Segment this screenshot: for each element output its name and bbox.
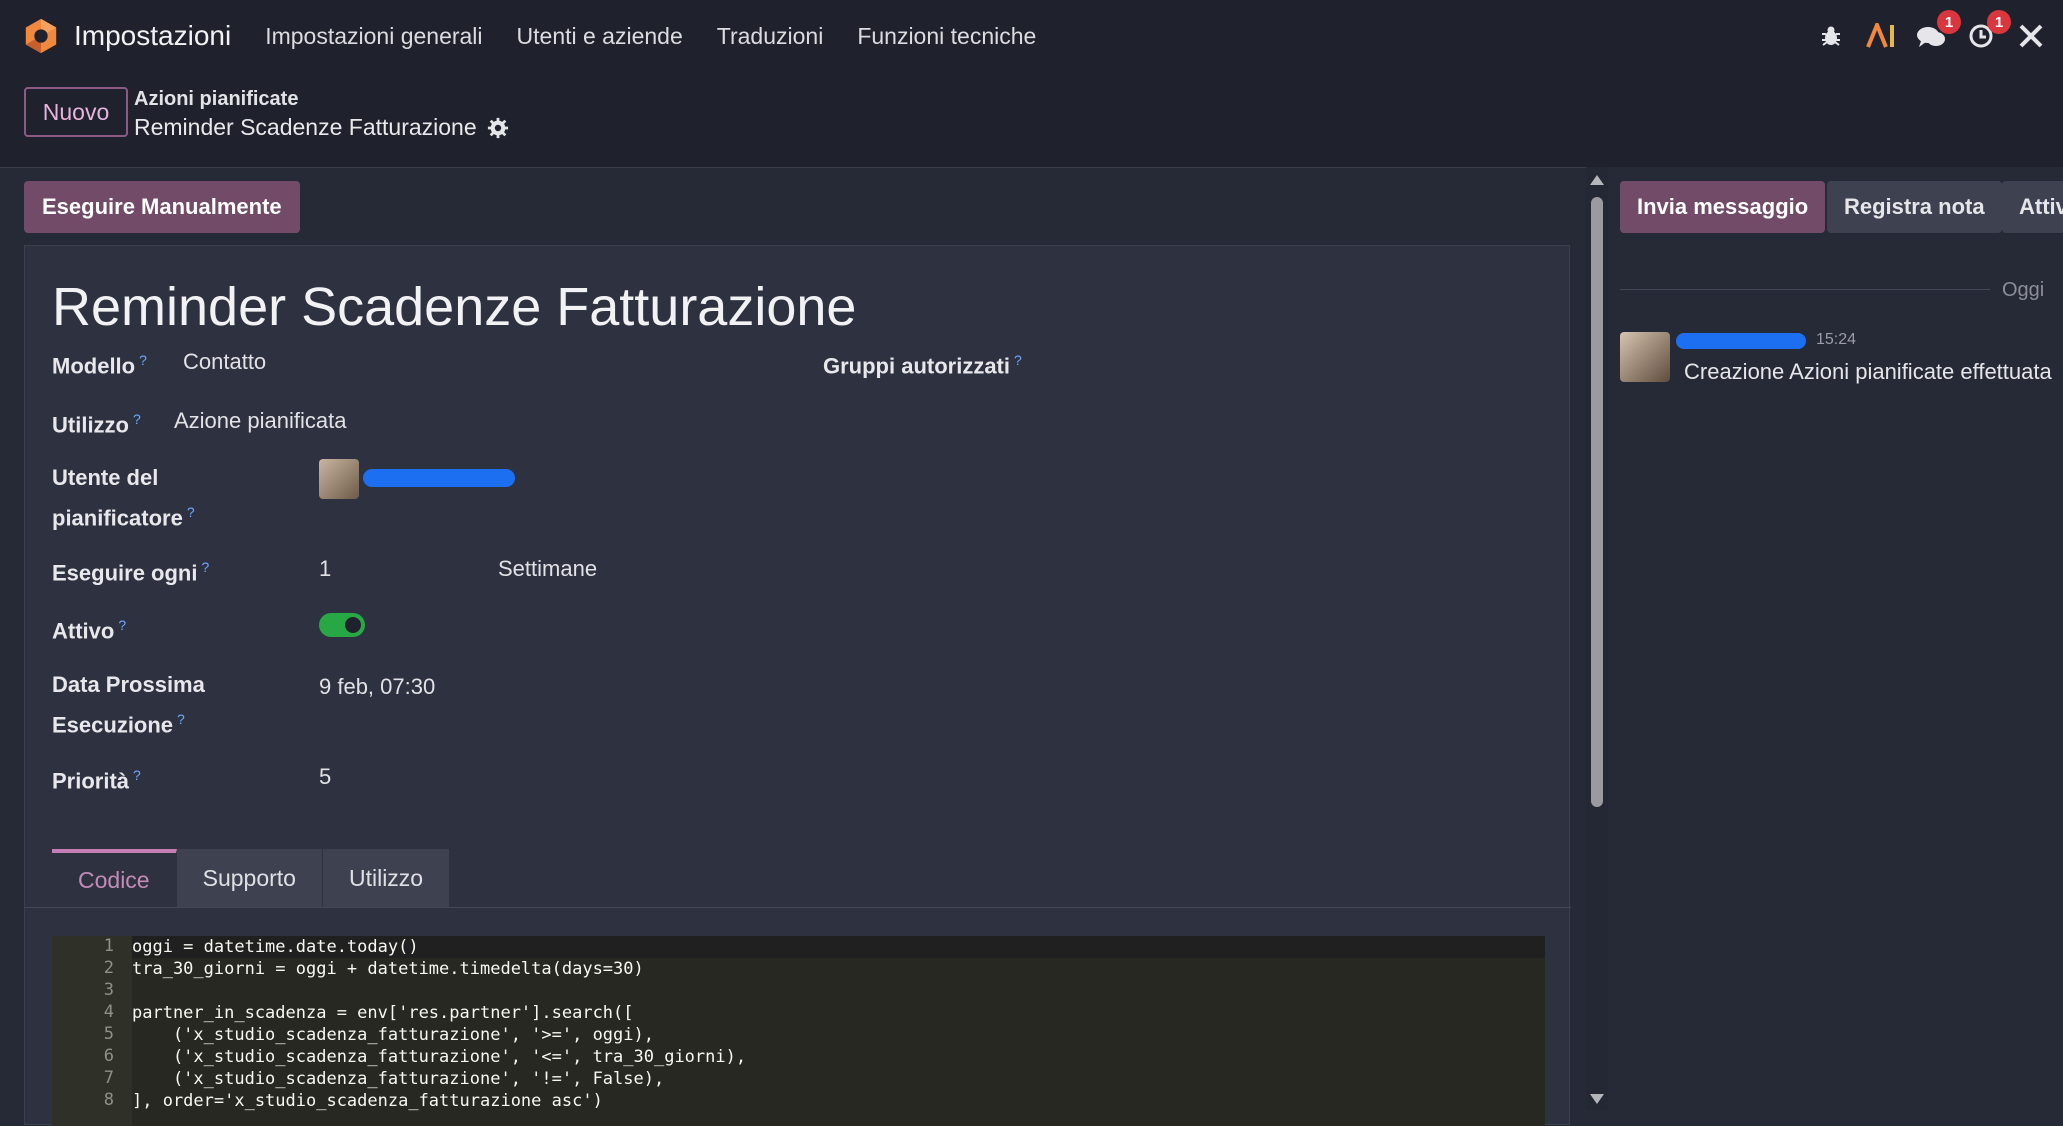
notebook-tabs: Codice Supporto Utilizzo: [52, 849, 451, 907]
code-line[interactable]: ], order='x_studio_scadenza_fatturazione…: [132, 1090, 603, 1112]
code-line[interactable]: partner_in_scadenza = env['res.partner']…: [132, 1002, 634, 1024]
model-value[interactable]: Contatto: [183, 345, 266, 379]
user-label-line2: pianificatore: [52, 505, 183, 531]
scroll-up-arrow-icon[interactable]: [1590, 175, 1604, 185]
tab-usage[interactable]: Utilizzo: [322, 849, 451, 907]
help-icon[interactable]: ?: [139, 352, 147, 368]
menu-users-companies[interactable]: Utenti e aziende: [517, 23, 683, 50]
priority-label: Priorità?: [52, 758, 141, 798]
gear-icon[interactable]: [487, 117, 509, 139]
priority-value[interactable]: 5: [319, 760, 331, 794]
model-label-text: Modello: [52, 353, 136, 379]
menu-technical[interactable]: Funzioni tecniche: [857, 23, 1036, 50]
menu-general-settings[interactable]: Impostazioni generali: [265, 23, 482, 50]
app-logo-icon: [25, 18, 57, 54]
groups-label: Gruppi autorizzati?: [823, 343, 1022, 383]
nextcall-label-line2: Esecuzione: [52, 712, 174, 738]
model-label: Modello?: [52, 343, 147, 383]
breadcrumb-current-label: Reminder Scadenze Fatturazione: [134, 114, 477, 140]
priority-label-text: Priorità: [52, 768, 130, 794]
code-line[interactable]: oggi = datetime.date.today(): [132, 936, 419, 958]
new-button[interactable]: Nuovo: [24, 87, 128, 137]
usage-value[interactable]: Azione pianificata: [174, 404, 346, 438]
line-number: 8: [103, 1090, 114, 1110]
user-label-2: pianificatore?: [52, 495, 195, 535]
code-line[interactable]: ('x_studio_scadenza_fatturazione', '>=',…: [132, 1024, 654, 1046]
menu-translations[interactable]: Traduzioni: [717, 23, 824, 50]
line-number: 1: [103, 936, 114, 956]
form-scrollbar[interactable]: [1586, 167, 1608, 1110]
help-icon[interactable]: ?: [133, 411, 141, 427]
line-number: 7: [103, 1068, 114, 1088]
line-number: 5: [103, 1024, 114, 1044]
active-label-text: Attivo: [52, 618, 115, 644]
brand[interactable]: Impostazioni: [22, 17, 265, 55]
help-icon[interactable]: ?: [118, 617, 126, 633]
tab-divider: [25, 907, 1571, 908]
nextcall-label-line1: Data Prossima: [52, 672, 205, 697]
active-toggle[interactable]: [319, 613, 365, 637]
user-name-redacted[interactable]: [363, 469, 515, 487]
activity-badge: 1: [1987, 10, 2011, 34]
active-label: Attivo?: [52, 608, 126, 648]
form-sheet: Reminder Scadenze Fatturazione Modello? …: [24, 245, 1571, 1126]
messages-icon[interactable]: 1: [1913, 10, 1961, 54]
interval-type-select[interactable]: Settimane: [498, 552, 597, 586]
code-gutter: 1 2 3 4 5 6 7 8: [52, 936, 132, 1126]
line-number: 4: [103, 1002, 114, 1022]
message-author-redacted[interactable]: [1676, 333, 1806, 349]
message-time: 15:24: [1816, 331, 1857, 348]
chatter-panel: Invia messaggio Registra nota Attiv Oggi…: [1608, 167, 2063, 1110]
usage-label-text: Utilizzo: [52, 412, 129, 438]
activities-button[interactable]: Attiv: [2002, 181, 2063, 233]
message-author-avatar[interactable]: [1620, 332, 1670, 382]
bug-icon[interactable]: [1813, 18, 1849, 54]
top-navbar: Impostazioni Impostazioni generali Utent…: [0, 0, 2063, 72]
scroll-down-arrow-icon[interactable]: [1590, 1094, 1604, 1104]
messages-badge: 1: [1937, 10, 1961, 34]
log-note-button[interactable]: Registra nota: [1827, 181, 2002, 233]
help-icon[interactable]: ?: [201, 559, 209, 575]
groups-label-text: Gruppi autorizzati: [823, 353, 1010, 379]
help-icon[interactable]: ?: [187, 504, 195, 520]
message-body: Creazione Azioni pianificate effettuata: [1684, 359, 2052, 384]
code-line[interactable]: ('x_studio_scadenza_fatturazione', '<=',…: [132, 1046, 746, 1068]
interval-label: Eseguire ogni?: [52, 550, 209, 590]
interval-number-input[interactable]: 1: [319, 552, 331, 586]
nextcall-label: Data Prossima: [52, 668, 205, 702]
user-label: Utente del: [52, 461, 158, 495]
send-message-button[interactable]: Invia messaggio: [1620, 181, 1826, 233]
line-number: 2: [103, 958, 114, 978]
help-icon[interactable]: ?: [1014, 352, 1022, 368]
usage-label: Utilizzo?: [52, 402, 141, 442]
code-line[interactable]: tra_30_giorni = oggi + datetime.timedelt…: [132, 958, 644, 980]
run-manually-button[interactable]: Eseguire Manualmente: [24, 181, 300, 233]
interval-label-text: Eseguire ogni: [52, 560, 198, 586]
help-icon[interactable]: ?: [177, 711, 185, 727]
line-number: 6: [103, 1046, 114, 1066]
navbar-systray: 1 1: [1813, 0, 2063, 72]
user-avatar[interactable]: [319, 459, 359, 499]
nextcall-value[interactable]: 9 feb, 07:30: [319, 670, 435, 704]
app-title[interactable]: Impostazioni: [74, 20, 231, 52]
nextcall-label-2: Esecuzione?: [52, 702, 185, 742]
scroll-thumb[interactable]: [1591, 197, 1603, 807]
breadcrumb-parent[interactable]: Azioni pianificate: [134, 88, 298, 111]
activity-clock-icon[interactable]: 1: [1963, 10, 2011, 54]
ai-icon[interactable]: [1863, 18, 1899, 54]
line-number: 3: [103, 980, 114, 1000]
date-separator-line: [1620, 289, 1990, 290]
record-title[interactable]: Reminder Scadenze Fatturazione: [52, 276, 856, 338]
code-line[interactable]: ('x_studio_scadenza_fatturazione', '!=',…: [132, 1068, 664, 1090]
code-editor[interactable]: 1 2 3 4 5 6 7 8 oggi = datetime.date.tod…: [52, 936, 1545, 1126]
breadcrumb-current: Reminder Scadenze Fatturazione: [134, 114, 509, 141]
user-label-line1: Utente del: [52, 465, 159, 490]
tools-icon[interactable]: [2013, 18, 2049, 54]
tab-support[interactable]: Supporto: [176, 849, 323, 907]
form-view: Eseguire Manualmente Reminder Scadenze F…: [0, 167, 1590, 1126]
date-separator: Oggi: [2002, 279, 2045, 301]
tab-code[interactable]: Codice: [52, 849, 177, 907]
help-icon[interactable]: ?: [133, 767, 141, 783]
control-panel: Nuovo Azioni pianificate Reminder Scaden…: [0, 72, 2063, 168]
